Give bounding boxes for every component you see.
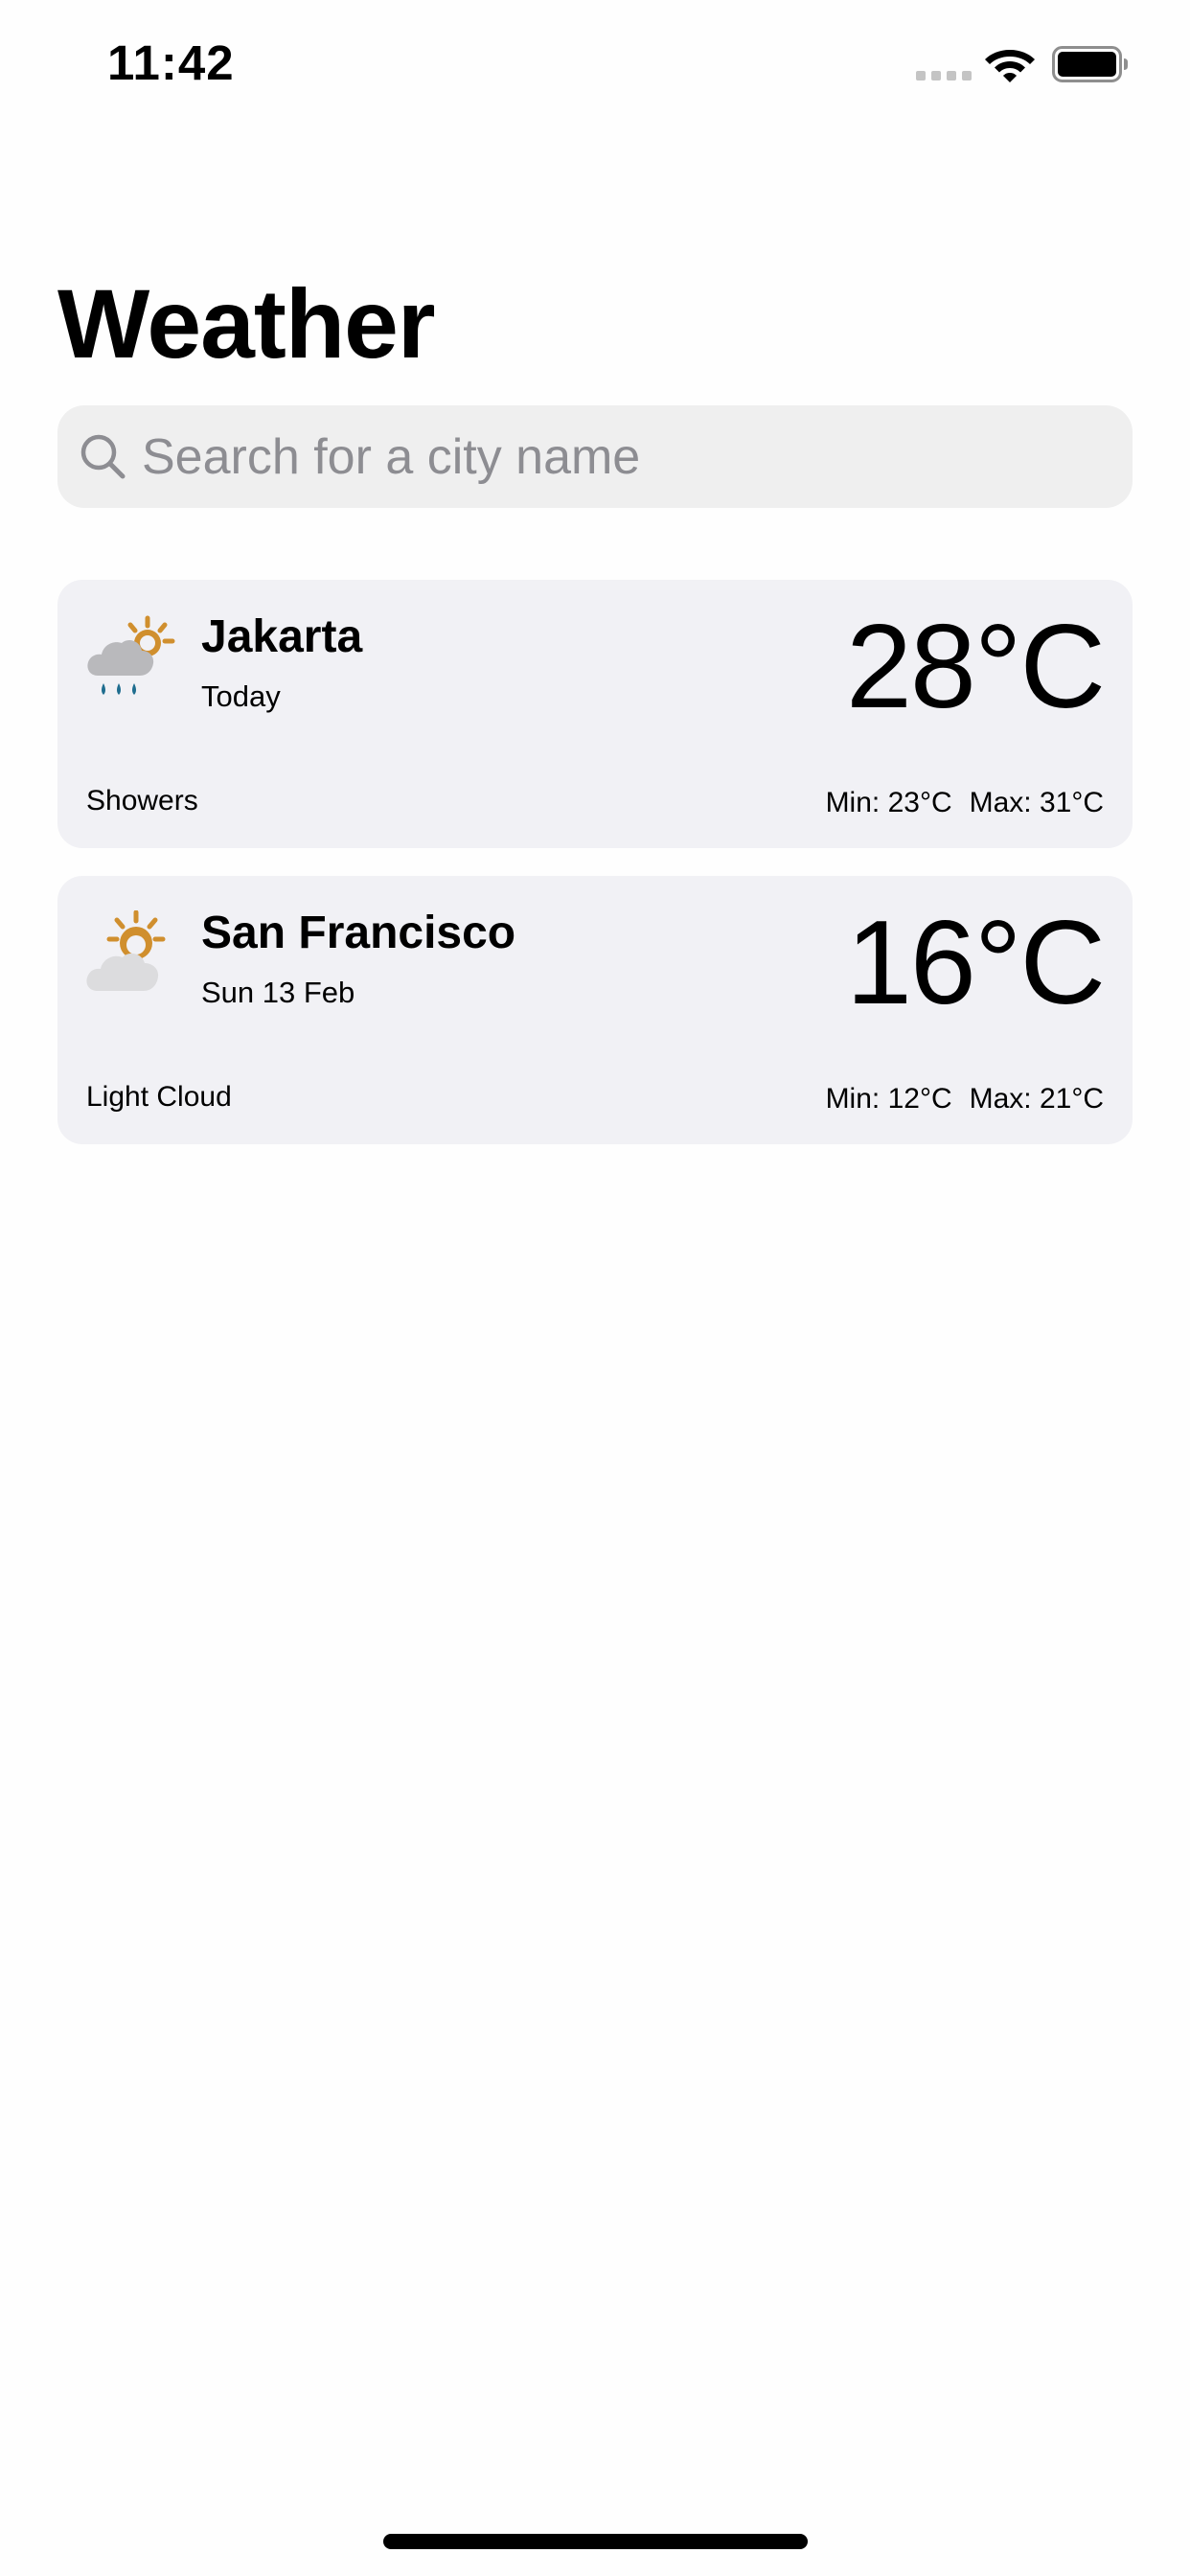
sun-rain-cloud-icon <box>87 615 175 695</box>
city-temperature: 16°C <box>845 897 1106 1029</box>
min-temperature: Min: 12°C <box>825 1083 952 1115</box>
search-bar[interactable] <box>57 405 1133 508</box>
min-temperature: Min: 23°C <box>825 787 952 818</box>
search-icon <box>80 434 126 479</box>
weather-condition: Light Cloud <box>86 1081 232 1113</box>
wifi-icon <box>985 50 1035 82</box>
city-card-san-francisco[interactable]: San Francisco Sun 13 Feb 16°C Light Clou… <box>57 876 1133 1144</box>
city-name: Jakarta <box>201 611 363 662</box>
sun-behind-cloud-icon <box>86 910 166 991</box>
max-temperature: Max: 21°C <box>969 1083 1104 1115</box>
status-bar: 11:42 <box>0 0 1190 125</box>
home-indicator[interactable] <box>383 2534 808 2549</box>
max-temperature: Max: 31°C <box>969 787 1104 818</box>
min-max-temperature: Min: 23°C Max: 31°C <box>826 787 1104 819</box>
page-title: Weather <box>57 269 436 379</box>
city-temperature: 28°C <box>845 601 1106 733</box>
city-name: San Francisco <box>201 908 516 958</box>
city-card-jakarta[interactable]: Jakarta Today 28°C Showers Min: 23°C Max… <box>57 580 1133 848</box>
cellular-signal-icon <box>916 71 972 80</box>
status-time: 11:42 <box>107 35 235 90</box>
min-max-temperature: Min: 12°C Max: 21°C <box>826 1083 1104 1116</box>
weather-condition: Showers <box>86 785 198 816</box>
battery-icon <box>1052 46 1128 82</box>
city-date: Sun 13 Feb <box>201 976 355 1009</box>
city-date: Today <box>201 679 281 713</box>
search-input[interactable] <box>142 405 1100 508</box>
